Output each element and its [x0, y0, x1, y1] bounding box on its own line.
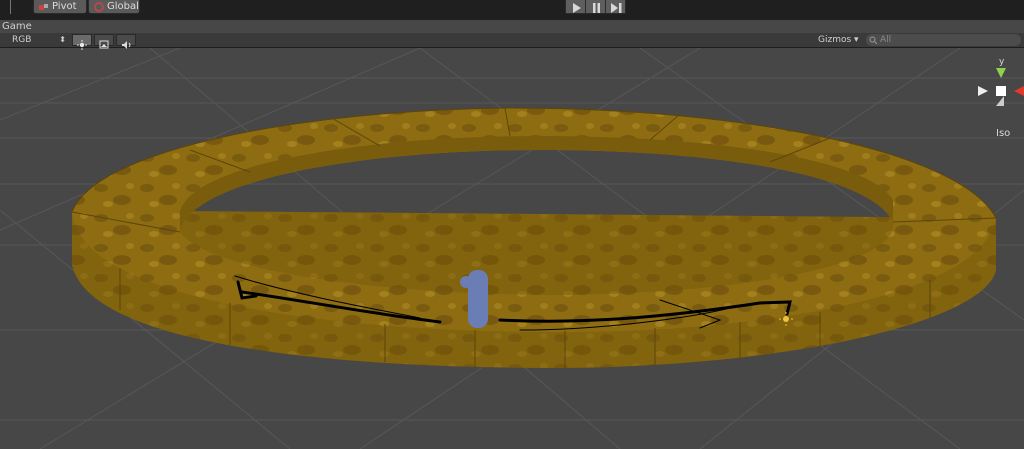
scene-image-toggle[interactable]: [94, 34, 114, 49]
scene-lighting-toggle[interactable]: [72, 34, 92, 50]
search-placeholder: All: [880, 35, 892, 45]
color-mode-value: RGB: [12, 35, 32, 45]
game-tab[interactable]: Game: [2, 21, 32, 32]
gizmo-center-cube[interactable]: [996, 86, 1006, 96]
search-icon: [869, 36, 878, 44]
play-button[interactable]: [565, 0, 586, 14]
color-mode-dropdown[interactable]: RGB ⬍: [8, 34, 68, 46]
pause-button[interactable]: [585, 0, 606, 14]
scene-viewport[interactable]: y: [0, 48, 1024, 449]
pivot-label: Pivot: [52, 1, 77, 12]
global-button[interactable]: Global: [88, 0, 140, 14]
globe-icon: [94, 2, 104, 12]
orientation-gizmo[interactable]: y: [978, 57, 1024, 106]
axis-left-cone[interactable]: [978, 86, 988, 96]
scene-audio-toggle[interactable]: [116, 34, 136, 49]
ring-track[interactable]: [71, 107, 997, 368]
play-icon: [573, 3, 581, 13]
chevron-updown-icon: ⬍: [59, 35, 66, 44]
axis-y-label: y: [999, 57, 1005, 67]
gizmos-label: Gizmos: [818, 35, 852, 45]
axis-front-cone[interactable]: [996, 96, 1004, 106]
step-icon: [611, 3, 622, 13]
pivot-button[interactable]: Pivot: [33, 0, 87, 14]
axis-y-cone[interactable]: [996, 68, 1006, 78]
axis-x-cone[interactable]: [1014, 86, 1024, 96]
hand-tool-button[interactable]: [0, 0, 11, 14]
hierarchy-search-input[interactable]: All: [866, 34, 1021, 46]
scene-view-bar: RGB ⬍ Gizmos ▾ All: [0, 33, 1024, 50]
projection-label[interactable]: Iso: [996, 128, 1010, 139]
top-toolbar: Pivot Global: [0, 0, 1024, 20]
pivot-icon: [39, 4, 48, 10]
gizmos-dropdown[interactable]: Gizmos ▾: [818, 34, 859, 46]
step-button[interactable]: [605, 0, 626, 14]
chevron-down-icon: ▾: [854, 35, 859, 45]
pause-icon: [593, 3, 600, 13]
global-label: Global: [107, 1, 139, 12]
